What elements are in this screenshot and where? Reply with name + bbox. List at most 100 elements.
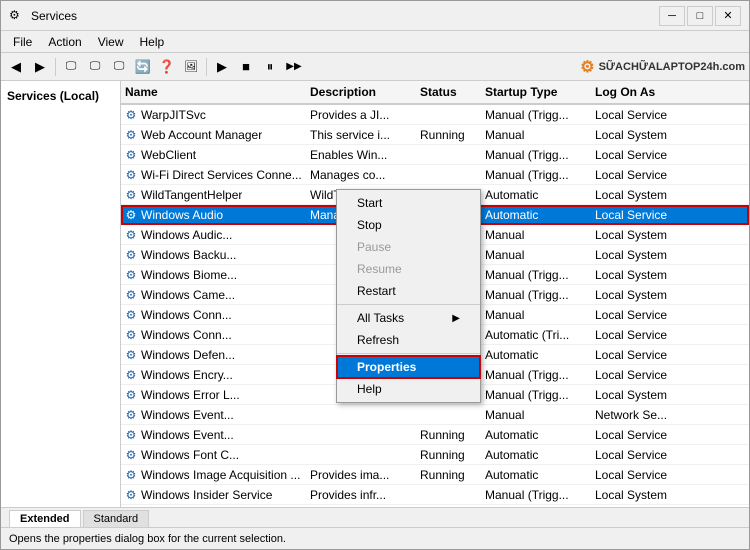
service-name-cell: ⚙Windows Event...	[121, 407, 306, 423]
service-startup: Manual	[481, 126, 591, 144]
service-status	[416, 113, 481, 117]
table-row[interactable]: ⚙Windows InstallerAdds, modifi...ManualL…	[121, 505, 749, 507]
col-header-desc[interactable]: Description	[306, 83, 416, 101]
col-header-startup[interactable]: Startup Type	[481, 83, 591, 101]
service-name-cell: ⚙Windows Encry...	[121, 367, 306, 383]
service-name-cell: ⚙Windows Backu...	[121, 247, 306, 263]
service-icon: ⚙	[123, 387, 139, 403]
table-row[interactable]: ⚙Windows Event...RunningAutomaticLocal S…	[121, 425, 749, 445]
tab-standard[interactable]: Standard	[83, 510, 150, 527]
table-row[interactable]: ⚙Wi-Fi Direct Services Conne...Manages c…	[121, 165, 749, 185]
service-name-cell: ⚙Web Account Manager	[121, 127, 306, 143]
service-desc: Provides infr...	[306, 486, 416, 504]
maximize-button[interactable]: □	[687, 6, 713, 26]
service-name-cell: ⚙Windows Audio	[121, 207, 306, 223]
service-name-cell: ⚙Windows Conn...	[121, 327, 306, 343]
col-header-status[interactable]: Status	[416, 83, 481, 101]
service-logon: Local Service	[591, 326, 691, 344]
service-name-text: Windows Backu...	[141, 248, 236, 262]
view-btn-2[interactable]: 🖵	[84, 56, 106, 78]
ctx-separator	[337, 353, 480, 354]
tab-extended[interactable]: Extended	[9, 510, 81, 527]
service-startup: Manual	[481, 406, 591, 424]
service-desc	[306, 413, 416, 417]
service-icon: ⚙	[123, 447, 139, 463]
ctx-separator	[337, 304, 480, 305]
service-logon: Local Service	[591, 366, 691, 384]
service-name-cell: ⚙WebClient	[121, 147, 306, 163]
menu-help[interactable]: Help	[132, 33, 173, 51]
service-startup: Manual	[481, 506, 591, 508]
refresh-button[interactable]: 🔄	[132, 56, 154, 78]
menu-view[interactable]: View	[90, 33, 132, 51]
forward-button[interactable]: ▶	[29, 56, 51, 78]
service-status: Running	[416, 126, 481, 144]
menu-file[interactable]: File	[5, 33, 40, 51]
service-startup: Automatic	[481, 206, 591, 224]
brand-text: SỮACHỮALAPTOP24h.com	[599, 61, 745, 73]
stop-button[interactable]: ■	[235, 56, 257, 78]
table-row[interactable]: ⚙Windows Event... ManualNetwork Se...	[121, 405, 749, 425]
table-row[interactable]: ⚙Windows Font C...RunningAutomaticLocal …	[121, 445, 749, 465]
service-name-text: Windows Conn...	[141, 308, 232, 322]
service-status	[416, 153, 481, 157]
play-button[interactable]: ▶	[211, 56, 233, 78]
table-row[interactable]: ⚙WarpJITSvcProvides a JI...Manual (Trigg…	[121, 105, 749, 125]
table-row[interactable]: ⚙Web Account ManagerThis service i...Run…	[121, 125, 749, 145]
menu-bar: File Action View Help	[1, 31, 749, 53]
table-row[interactable]: ⚙WebClientEnables Win...Manual (Trigg...…	[121, 145, 749, 165]
table-row[interactable]: ⚙Windows Image Acquisition ...Provides i…	[121, 465, 749, 485]
title-bar: ⚙ Services ─ □ ✕	[1, 1, 749, 31]
service-logon: Local System	[591, 226, 691, 244]
service-logon: Local System	[591, 266, 691, 284]
service-name-cell: ⚙WarpJITSvc	[121, 107, 306, 123]
service-logon: Local Service	[591, 426, 691, 444]
col-header-name[interactable]: Name	[121, 83, 306, 101]
title-bar-left: ⚙ Services	[9, 8, 77, 24]
help-button[interactable]: ❓	[156, 56, 178, 78]
service-icon: ⚙	[123, 327, 139, 343]
service-startup: Automatic (Tri...	[481, 326, 591, 344]
view-btn-1[interactable]: 🖵	[60, 56, 82, 78]
ctx-item-all-tasks[interactable]: All Tasks▶	[337, 307, 480, 329]
ctx-item-help[interactable]: Help	[337, 378, 480, 400]
service-startup: Manual (Trigg...	[481, 486, 591, 504]
service-logon: Network Se...	[591, 406, 691, 424]
service-name-text: Windows Came...	[141, 288, 235, 302]
export-button[interactable]: 🖼	[180, 56, 202, 78]
ctx-item-label: Refresh	[357, 333, 399, 347]
ctx-item-label: Pause	[357, 240, 391, 254]
service-name-text: Web Account Manager	[141, 128, 262, 142]
table-row[interactable]: ⚙Windows Insider ServiceProvides infr...…	[121, 485, 749, 505]
ctx-item-label: Stop	[357, 218, 382, 232]
ctx-item-restart[interactable]: Restart	[337, 280, 480, 302]
service-status: Running	[416, 426, 481, 444]
service-logon: Local System	[591, 286, 691, 304]
service-name-text: Windows Font C...	[141, 448, 239, 462]
main-content: Services (Local) Name Description Status…	[1, 81, 749, 507]
pause-button[interactable]: ⏸	[259, 56, 281, 78]
view-btn-3[interactable]: 🖵	[108, 56, 130, 78]
ctx-item-refresh[interactable]: Refresh	[337, 329, 480, 351]
service-icon: ⚙	[123, 287, 139, 303]
resume-button[interactable]: ▶▶	[283, 56, 305, 78]
service-name-cell: ⚙Windows Image Acquisition ...	[121, 467, 306, 483]
ctx-item-properties[interactable]: Properties	[337, 356, 480, 378]
service-startup: Manual (Trigg...	[481, 386, 591, 404]
close-button[interactable]: ✕	[715, 6, 741, 26]
ctx-item-stop[interactable]: Stop	[337, 214, 480, 236]
services-panel: Name Description Status Startup Type Log…	[121, 81, 749, 507]
col-header-logon[interactable]: Log On As	[591, 83, 691, 101]
service-icon: ⚙	[123, 307, 139, 323]
ctx-item-start[interactable]: Start	[337, 192, 480, 214]
service-name-cell: ⚙WildTangentHelper	[121, 187, 306, 203]
back-button[interactable]: ◀	[5, 56, 27, 78]
service-icon: ⚙	[123, 107, 139, 123]
status-bar: Opens the properties dialog box for the …	[1, 527, 749, 549]
service-desc	[306, 433, 416, 437]
service-startup: Manual (Trigg...	[481, 286, 591, 304]
menu-action[interactable]: Action	[40, 33, 89, 51]
service-name-text: Windows Defen...	[141, 348, 235, 362]
main-window: ⚙ Services ─ □ ✕ File Action View Help ◀…	[0, 0, 750, 550]
minimize-button[interactable]: ─	[659, 6, 685, 26]
